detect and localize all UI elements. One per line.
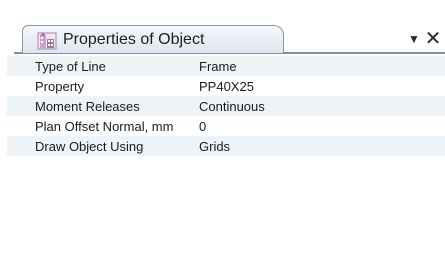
panel-header: Properties of Object ▼ ✕ <box>0 14 445 54</box>
property-name: Draw Object Using <box>35 138 144 154</box>
property-name: Plan Offset Normal, mm <box>35 118 174 134</box>
property-row-plan-offset-normal[interactable]: Plan Offset Normal, mm 0 <box>7 116 445 136</box>
property-value[interactable]: PP40X25 <box>199 79 445 94</box>
property-value[interactable]: Grids <box>199 139 445 154</box>
dropdown-arrow-icon[interactable]: ▼ <box>405 28 423 50</box>
top-strip <box>0 0 445 15</box>
property-row-type-of-line[interactable]: Type of Line Frame <box>7 56 445 76</box>
property-row-draw-object-using[interactable]: Draw Object Using Grids <box>7 136 445 156</box>
property-row-moment-releases[interactable]: Moment Releases Continuous <box>7 96 445 116</box>
property-name: Type of Line <box>35 58 106 74</box>
property-name: Moment Releases <box>35 98 140 114</box>
property-name: Property <box>35 78 85 94</box>
property-value[interactable]: Frame <box>199 59 445 74</box>
property-value[interactable]: Continuous <box>199 99 445 114</box>
tab-properties-of-object[interactable]: Properties of Object <box>22 25 284 53</box>
property-row-property[interactable]: Property PP40X25 <box>7 76 445 96</box>
property-value[interactable]: 0 <box>199 119 445 134</box>
panel-title: Properties of Object <box>63 30 205 48</box>
close-icon[interactable]: ✕ <box>424 28 442 50</box>
properties-grid: Type of Line Frame Property PP40X25 Mome… <box>7 56 445 156</box>
building-properties-icon <box>37 30 57 50</box>
